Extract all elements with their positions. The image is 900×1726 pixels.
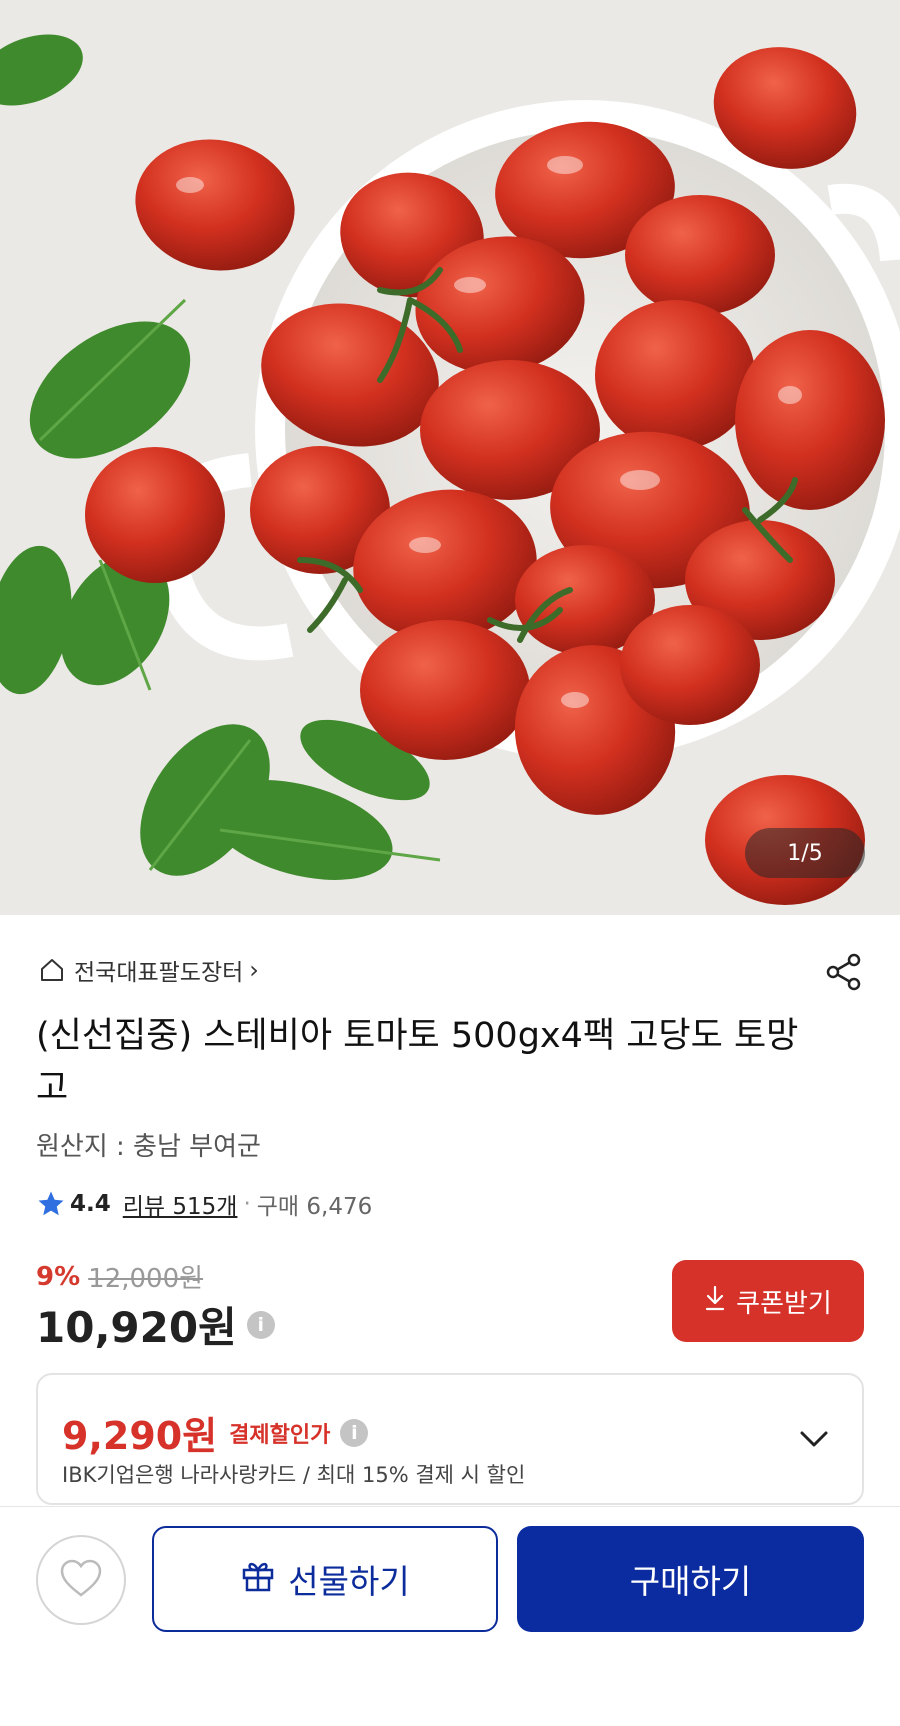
rating-row: 4.4 리뷰 515개 · 구매 6,476 [36, 1184, 372, 1224]
home-icon [36, 954, 68, 986]
payment-discount-box[interactable]: 9,290원 결제할인가 i IBK기업은행 나라사랑카드 / 최대 15% 결… [36, 1373, 864, 1505]
discount-rate: 9% [36, 1261, 81, 1292]
chevron-down-icon[interactable] [794, 1419, 834, 1459]
product-image-gallery[interactable]: 1/5 [0, 0, 900, 915]
discount-row: 9% 12,000원 [36, 1258, 203, 1295]
info-icon[interactable]: i [340, 1418, 369, 1447]
product-title: (신선집중) 스테비아 토마토 500gx4팩 고당도 토망고 [36, 1016, 799, 1108]
image-counter: 1/5 [745, 828, 865, 878]
gift-icon [240, 1557, 276, 1601]
download-icon [704, 1285, 726, 1318]
separator-dot: · [243, 1191, 251, 1217]
star-icon [36, 1189, 66, 1219]
coupon-label: 쿠폰받기 [736, 1288, 832, 1319]
current-price: 10,920원 [36, 1303, 237, 1352]
payment-discount-label: 결제할인가 [229, 1422, 331, 1448]
seller-name[interactable]: 전국대표팔도장터 [74, 953, 243, 987]
original-price: 12,000원 [88, 1264, 204, 1294]
buy-button[interactable]: 구매하기 [517, 1526, 864, 1632]
wishlist-button[interactable] [36, 1535, 126, 1625]
info-icon[interactable]: i [246, 1310, 275, 1339]
price-row: 10,920원 i [36, 1294, 275, 1355]
coupon-button[interactable]: 쿠폰받기 [672, 1260, 864, 1342]
gift-button[interactable]: 선물하기 [152, 1526, 498, 1632]
share-icon[interactable] [822, 950, 866, 994]
heart-icon [59, 1558, 103, 1602]
rating-score: 4.4 [70, 1191, 111, 1217]
payment-discount-price-row: 9,290원 결제할인가 i [62, 1405, 369, 1460]
gift-label: 선물하기 [288, 1562, 410, 1601]
payment-discount-price: 9,290원 [62, 1414, 218, 1458]
payment-discount-detail: IBK기업은행 나라사랑카드 / 최대 15% 결제 시 할인 [62, 1463, 526, 1487]
bottom-action-bar: 선물하기 구매하기 [0, 1506, 900, 1726]
seller-row[interactable]: 전국대표팔도장터 › [36, 950, 866, 991]
chevron-right-icon: › [249, 956, 259, 984]
purchase-count: 구매 6,476 [256, 1194, 373, 1220]
review-count-link[interactable]: 리뷰 515개 [123, 1187, 238, 1221]
product-origin: 원산지 : 충남 부여군 [36, 1132, 261, 1162]
product-photo [0, 0, 900, 915]
